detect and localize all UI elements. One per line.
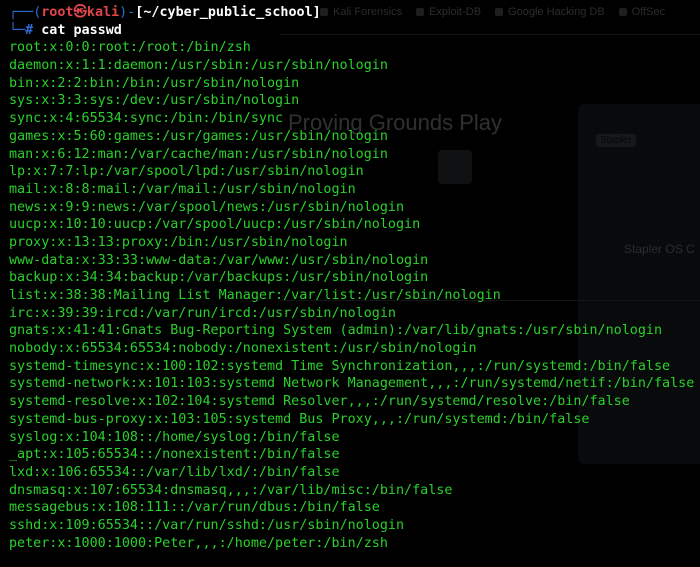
output-line: root:x:0:0:root:/root:/bin/zsh (9, 40, 251, 56)
output-line: systemd-timesync:x:100:102:systemd Time … (9, 358, 671, 374)
output-line: news:x:9:9:news:/var/spool/news:/usr/sbi… (9, 199, 405, 215)
command-line[interactable]: └─# cat passwd (9, 22, 700, 40)
output-line: sys:x:3:3:sys:/dev:/usr/sbin/nologin (9, 93, 300, 109)
prompt-hash: # (25, 22, 34, 38)
output-line: daemon:x:1:1:daemon:/usr/sbin:/usr/sbin/… (9, 58, 388, 74)
prompt-directory: [~/cyber_public_school] (135, 5, 321, 20)
output-line: uucp:x:10:10:uucp:/var/spool/uucp:/usr/s… (9, 217, 421, 233)
prompt-close-paren: ) (119, 5, 128, 20)
output-line: systemd-resolve:x:102:104:systemd Resolv… (9, 394, 630, 410)
output-line: lp:x:7:7:lp:/var/spool/lpd:/usr/sbin/nol… (9, 164, 364, 180)
screen: Kali Forensics Exploit-DB Google Hacking… (0, 0, 700, 567)
output-line: proxy:x:13:13:proxy:/bin:/usr/sbin/nolog… (9, 234, 348, 250)
prompt-at-icon: ㉿ (73, 5, 87, 20)
output-line: _apt:x:105:65534::/nonexistent:/bin/fals… (9, 447, 340, 463)
prompt-user: root (41, 5, 74, 20)
output-line: sync:x:4:65534:sync:/bin:/bin/sync (9, 111, 284, 127)
output-line: backup:x:34:34:backup:/var/backups:/usr/… (9, 270, 429, 286)
output-line: peter:x:1000:1000:Peter,,,:/home/peter:/… (9, 535, 388, 551)
output-line: www-data:x:33:33:www-data:/var/www:/usr/… (9, 252, 429, 268)
command-output: root:x:0:0:root:/root:/bin/zsh daemon:x:1… (9, 39, 700, 552)
output-line: systemd-network:x:101:103:systemd Networ… (9, 376, 695, 392)
output-line: mail:x:8:8:mail:/var/mail:/usr/sbin/nolo… (9, 181, 356, 197)
output-line: man:x:6:12:man:/var/cache/man:/usr/sbin/… (9, 146, 388, 162)
prompt-corner-bottom: └─ (9, 22, 26, 38)
output-line: gnats:x:41:41:Gnats Bug-Reporting System… (9, 323, 663, 339)
terminal-window[interactable]: ┌──(root㉿kali)-[~/cyber_public_school] └… (0, 0, 700, 567)
prompt-corner-top: ┌── (9, 5, 34, 20)
output-line: bin:x:2:2:bin:/bin:/usr/sbin/nologin (9, 75, 300, 91)
output-line: messagebus:x:108:111::/var/run/dbus:/bin… (9, 500, 380, 516)
output-line: nobody:x:65534:65534:nobody:/nonexistent… (9, 341, 477, 357)
command-text: cat passwd (41, 22, 122, 38)
output-line: systemd-bus-proxy:x:103:105:systemd Bus … (9, 411, 590, 427)
prompt-host: kali (86, 5, 120, 20)
output-line: lxd:x:106:65534::/var/lib/lxd/:/bin/fals… (9, 464, 340, 480)
output-line: syslog:x:104:108::/home/syslog:/bin/fals… (9, 429, 340, 445)
prompt-line: ┌──(root㉿kali)-[~/cyber_public_school] (9, 4, 700, 22)
output-line: list:x:38:38:Mailing List Manager:/var/l… (9, 288, 501, 303)
output-line: irc:x:39:39:ircd:/var/run/ircd:/usr/sbin… (9, 305, 396, 321)
output-line: sshd:x:109:65534::/var/run/sshd:/usr/sbi… (9, 517, 405, 533)
output-line: dnsmasq:x:107:65534:dnsmasq,,,:/var/lib/… (9, 482, 453, 498)
output-line: games:x:5:60:games:/usr/games:/usr/sbin/… (9, 128, 388, 144)
